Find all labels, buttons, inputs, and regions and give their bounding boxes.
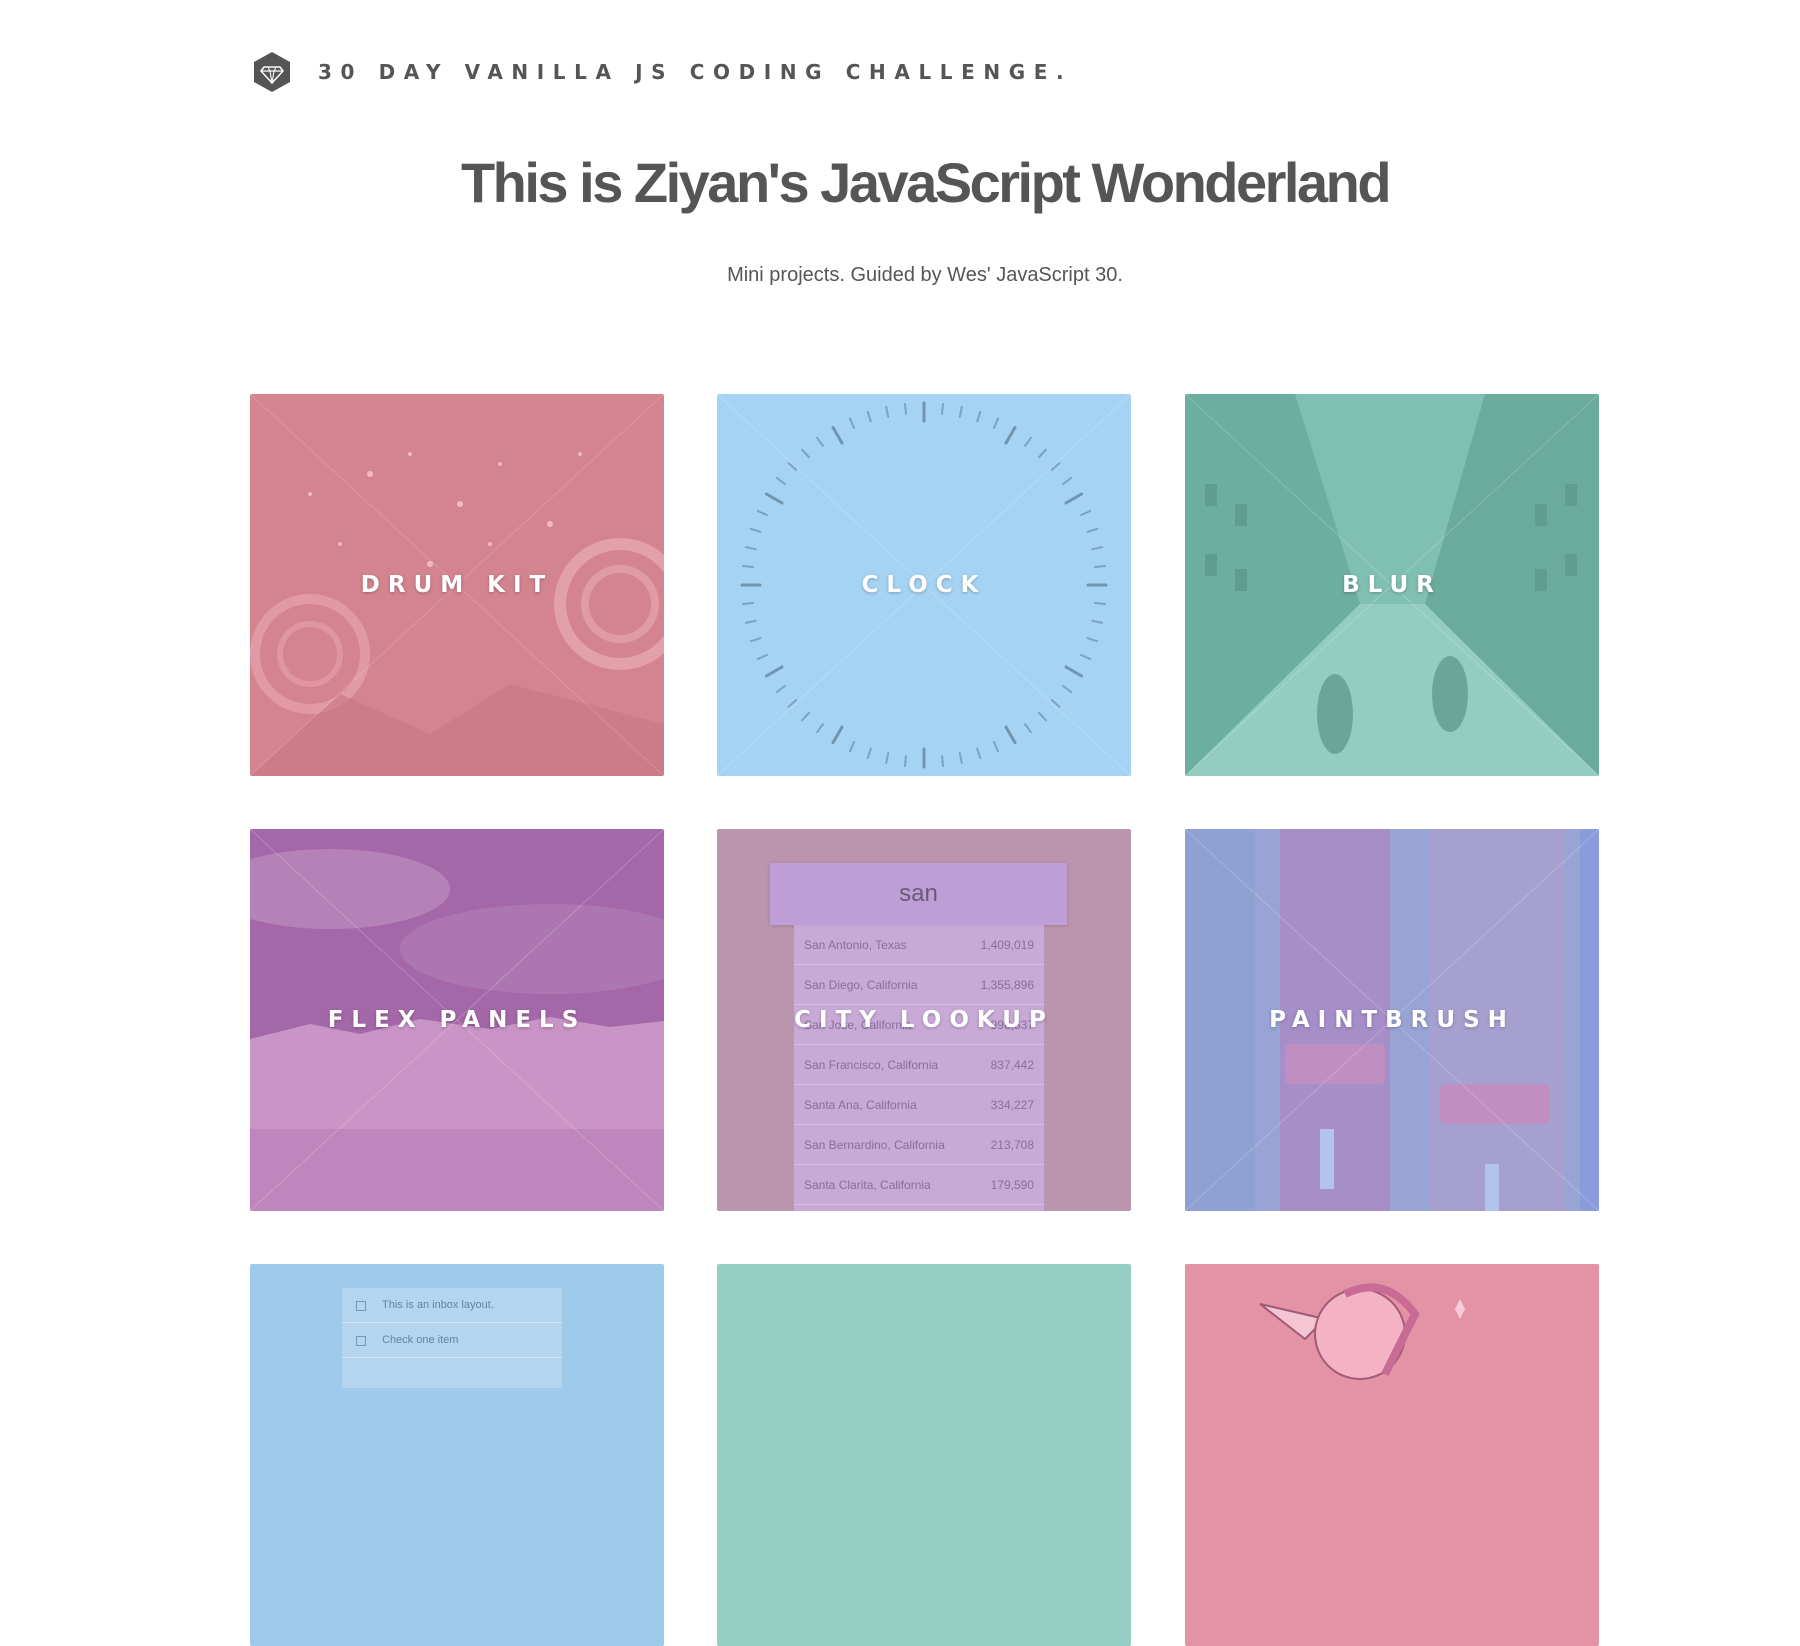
project-card-flex-panels[interactable]: FLEX PANELS	[250, 829, 664, 1211]
clock-tick	[941, 755, 944, 767]
project-card-teal[interactable]	[717, 1264, 1131, 1646]
clock-tick	[1094, 565, 1106, 568]
site-header: 30 DAY VANILLA JS CODING CHALLENGE.	[250, 50, 1072, 94]
list-item: Santa Clarita, California 179,590	[794, 1165, 1044, 1205]
city-results-list: San Antonio, Texas 1,409,019 San Diego, C…	[794, 925, 1044, 1211]
project-card-inbox[interactable]: This is an inbox layout. Check one item	[250, 1264, 664, 1646]
card-label: DRUM KIT	[360, 572, 554, 598]
diamond-hexagon-icon[interactable]	[250, 50, 294, 94]
clock-tick	[1094, 602, 1106, 605]
brand-title[interactable]: 30 DAY VANILLA JS CODING CHALLENGE.	[318, 60, 1072, 84]
card-label: FLEX PANELS	[327, 1007, 587, 1033]
project-card-drum-kit[interactable]: DRUM KIT	[250, 394, 664, 776]
card-label: CLOCK	[861, 572, 987, 598]
clock-tick	[742, 602, 754, 605]
clock-tick	[941, 403, 944, 415]
project-card-paintbrush[interactable]: PAINTBRUSH	[1185, 829, 1599, 1211]
page-title: This is Ziyan's JavaScript Wonderland	[460, 151, 1392, 214]
clock-tick	[904, 755, 907, 767]
card-label: CITY LOOKUP	[794, 1007, 1054, 1033]
list-item: San Diego, California 1,355,896	[794, 965, 1044, 1005]
list-item: San Francisco, California 837,442	[794, 1045, 1044, 1085]
clock-tick	[904, 403, 907, 415]
unicorn-thumbnail	[1185, 1264, 1599, 1646]
inbox-preview: This is an inbox layout. Check one item	[342, 1288, 562, 1388]
card-label: BLUR	[1342, 572, 1442, 598]
list-item: This is an inbox layout.	[342, 1288, 562, 1323]
list-item: Santa Ana, California 334,227	[794, 1085, 1044, 1125]
project-card-clock[interactable]: CLOCK	[717, 394, 1131, 776]
page-subtitle: Mini projects. Guided by Wes' JavaScript…	[727, 264, 1123, 286]
project-card-unicorn[interactable]	[1185, 1264, 1599, 1646]
list-item: San Bernardino, California 213,708	[794, 1125, 1044, 1165]
clock-tick	[742, 565, 754, 568]
city-search-input: san	[770, 863, 1067, 925]
list-item: San Antonio, Texas 1,409,019	[794, 925, 1044, 965]
project-card-blur[interactable]: BLUR	[1185, 394, 1599, 776]
project-card-city-lookup[interactable]: san San Antonio, Texas 1,409,019 San Dieg…	[717, 829, 1131, 1211]
list-item: Check one item	[342, 1323, 562, 1358]
card-label: PAINTBRUSH	[1269, 1007, 1515, 1033]
